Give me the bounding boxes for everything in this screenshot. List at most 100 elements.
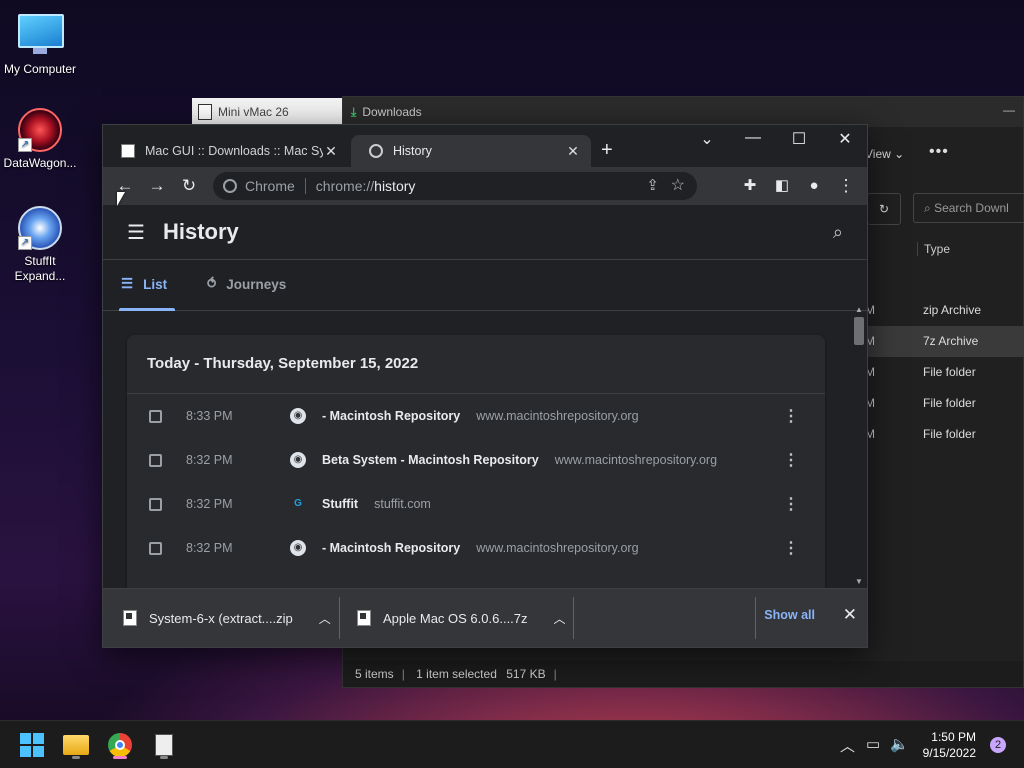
taskbar-minivmac[interactable] (148, 729, 180, 761)
computer-icon (18, 14, 64, 58)
file-list: Mzip Archive M 7z Archive M File folder M F… (865, 295, 1024, 450)
network-icon[interactable]: ▭ (866, 735, 880, 753)
start-button[interactable] (16, 729, 48, 761)
status-size: 517 KB (506, 667, 546, 681)
download-shelf: System-6-x (extract....zip ︿ Apple Mac O… (103, 588, 867, 647)
tab-title: Mac GUI :: Downloads :: Mac Syst (145, 144, 323, 158)
scrollbar-thumb[interactable] (854, 317, 864, 345)
file-row[interactable]: M File folder (865, 357, 1024, 388)
more-actions-icon[interactable]: ⋮ (783, 494, 799, 514)
macintosh-repository-favicon-icon: ◉ (290, 408, 306, 424)
hamburger-menu-icon[interactable]: ☰ (127, 220, 149, 245)
history-entry[interactable]: 8:32 PM G Stuffit stuffit.com ⋮ (127, 482, 825, 526)
entry-checkbox[interactable] (149, 497, 162, 511)
file-row[interactable]: M File folder (865, 388, 1024, 419)
tab-mac-gui[interactable]: Mac GUI :: Downloads :: Mac Syst ✕ (103, 135, 349, 167)
minivmac-title: Mini vMac 26 (218, 105, 289, 119)
page-scrollbar[interactable]: ▲ ▼ (853, 305, 865, 587)
chevron-up-icon[interactable]: ︿ (554, 610, 566, 627)
profile-avatar-icon[interactable]: ● (803, 175, 825, 197)
close-tab-icon[interactable]: ✕ (565, 143, 581, 160)
desktop-icon-my-computer[interactable]: My Computer (0, 8, 80, 76)
history-entry[interactable]: 8:32 PM ◉ Beta System - Macintosh Reposi… (127, 438, 825, 482)
address-bar[interactable]: Chrome chrome://history ⇪ ☆ (213, 172, 697, 200)
entry-checkbox[interactable] (149, 409, 162, 423)
file-row-selected[interactable]: M 7z Archive (865, 326, 1024, 357)
mac-gui-favicon-icon (121, 144, 135, 158)
stuffit-favicon-icon: G (294, 498, 302, 509)
chrome-menu-icon[interactable]: ⋮ (835, 175, 857, 197)
tab-journeys[interactable]: ⥀ Journeys (207, 276, 286, 292)
file-type: 7z Archive (923, 334, 979, 348)
refresh-button[interactable]: ↻ (867, 193, 901, 225)
active-tab-underline (119, 308, 175, 311)
divider (339, 597, 340, 639)
list-icon: ☰ (121, 276, 134, 291)
view-menu-button[interactable]: View ⌄ (865, 147, 904, 161)
column-header-type[interactable]: Type (917, 242, 950, 256)
entry-title[interactable]: Stuffit (322, 497, 358, 511)
extensions-puzzle-icon[interactable]: ✚ (739, 175, 761, 197)
download-item[interactable]: Apple Mac OS 6.0.6....7z ︿ (357, 589, 566, 647)
desktop-icon-stuffit[interactable]: ↗ StuffIt Expand... (0, 204, 80, 284)
close-shelf-icon[interactable]: ✕ (843, 605, 857, 625)
search-icon[interactable]: ⌕ (833, 222, 843, 243)
address-url: chrome://history (306, 178, 416, 194)
file-type: File folder (923, 396, 976, 410)
chrome-window[interactable]: Mac GUI :: Downloads :: Mac Syst ✕ Histo… (102, 124, 868, 648)
view-label: View (865, 147, 891, 161)
close-tab-icon[interactable]: ✕ (323, 143, 339, 160)
more-actions-icon[interactable]: ⋮ (783, 450, 799, 470)
bookmark-star-icon[interactable]: ☆ (671, 175, 685, 195)
running-indicator (160, 756, 168, 759)
new-tab-button[interactable]: + (601, 139, 613, 162)
maximize-button[interactable]: ☐ (787, 129, 811, 149)
tab-history[interactable]: History ✕ (351, 135, 591, 167)
download-item[interactable]: System-6-x (extract....zip ︿ (123, 589, 331, 647)
taskbar: ︿ ▭ 🔈 1:50 PM 9/15/2022 2 (0, 720, 1024, 768)
entry-title[interactable]: - Macintosh Repository (322, 541, 460, 555)
show-all-button[interactable]: Show all (764, 608, 815, 622)
volume-icon[interactable]: 🔈 (890, 735, 909, 753)
minimize-button[interactable]: — (741, 129, 765, 147)
chevron-up-icon[interactable]: ︿ (319, 610, 331, 627)
share-icon[interactable]: ⇪ (646, 176, 659, 194)
side-panel-icon[interactable]: ◧ (771, 175, 793, 197)
minimize-button[interactable]: — (1003, 103, 1015, 117)
taskbar-file-explorer[interactable] (60, 729, 92, 761)
scroll-down-arrow-icon[interactable]: ▼ (853, 577, 865, 587)
show-hidden-icons-chevron-icon[interactable]: ︿ (840, 735, 855, 756)
explorer-titlebar[interactable]: ⤓ Downloads (343, 97, 1023, 127)
taskbar-chrome[interactable] (104, 729, 136, 761)
file-row[interactable]: M File folder (865, 419, 1024, 450)
forward-arrow-icon[interactable]: → (146, 175, 168, 197)
notification-badge[interactable]: 2 (990, 737, 1006, 753)
tab-search-chevron-icon[interactable]: ⌄ (695, 129, 719, 149)
entry-title[interactable]: - Macintosh Repository (322, 409, 460, 423)
7z-file-icon (357, 610, 371, 626)
file-modified: M (865, 365, 875, 379)
search-input[interactable]: ⌕ Search Downl (913, 193, 1024, 223)
reload-icon[interactable]: ↻ (178, 175, 200, 197)
file-row[interactable]: Mzip Archive (865, 295, 1024, 326)
search-placeholder: Search Downl (934, 201, 1009, 215)
entry-checkbox[interactable] (149, 541, 162, 555)
history-entry[interactable]: 8:33 PM ◉ - Macintosh Repository www.mac… (127, 394, 825, 438)
close-window-button[interactable]: ✕ (833, 129, 857, 149)
tab-title: History (393, 144, 432, 158)
more-actions-icon[interactable]: ⋮ (783, 538, 799, 558)
more-options-icon[interactable]: ••• (929, 143, 949, 161)
entry-title[interactable]: Beta System - Macintosh Repository (322, 453, 539, 467)
scroll-up-arrow-icon[interactable]: ▲ (853, 305, 865, 315)
more-actions-icon[interactable]: ⋮ (783, 406, 799, 426)
desktop-icon-label: StuffIt Expand... (14, 254, 66, 283)
download-name: Apple Mac OS 6.0.6....7z (383, 610, 528, 626)
minivmac-window[interactable]: Mini vMac 26 (192, 98, 342, 126)
tab-list[interactable]: ☰ List (121, 276, 167, 292)
history-entry[interactable]: 8:32 PM ◉ - Macintosh Repository www.mac… (127, 526, 825, 570)
status-selected: 1 item selected (416, 667, 497, 681)
entry-checkbox[interactable] (149, 453, 162, 467)
date-header: Today - Thursday, September 15, 2022 (127, 335, 825, 394)
clock[interactable]: 1:50 PM 9/15/2022 (923, 729, 976, 761)
desktop-icon-datawagon[interactable]: ↗ DataWagon... (0, 106, 80, 170)
